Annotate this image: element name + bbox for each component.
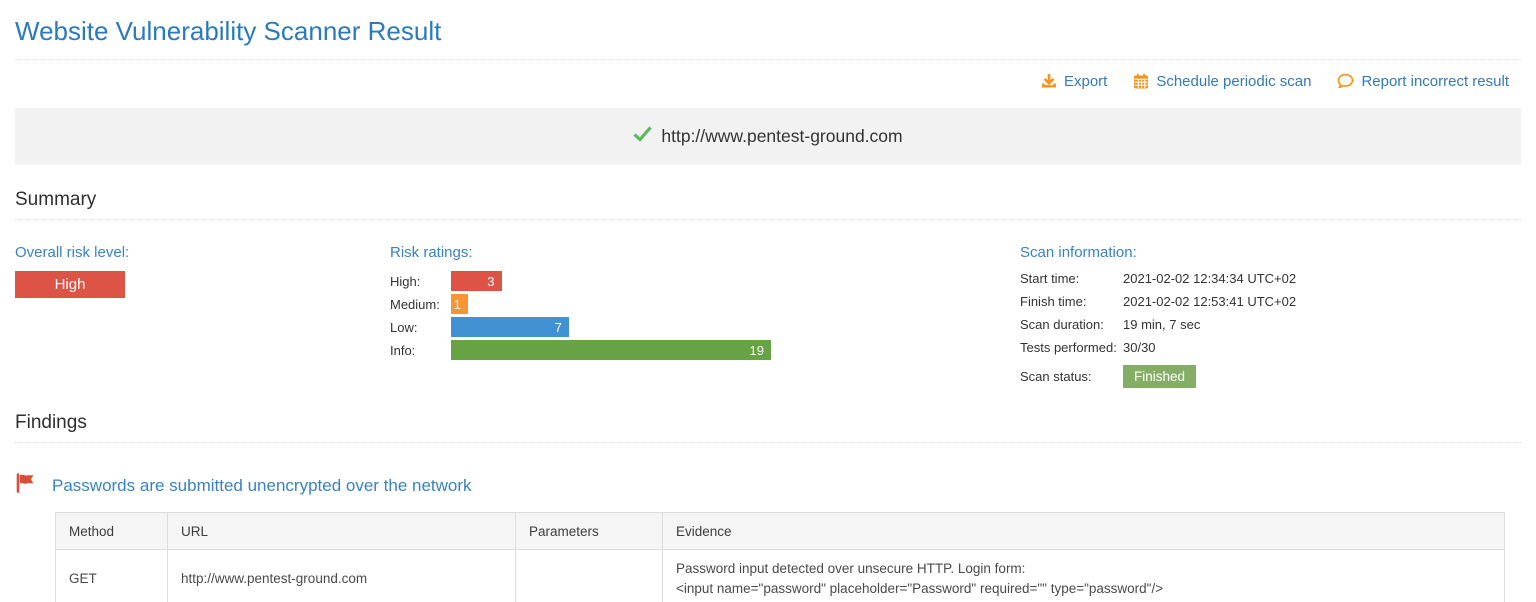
scan-duration-value: 19 min, 7 sec [1123, 317, 1200, 332]
rating-bar-low: 7 [451, 317, 569, 337]
calendar-icon [1133, 73, 1149, 89]
flag-icon [15, 473, 36, 498]
finding-title-link[interactable]: Passwords are submitted unencrypted over… [52, 476, 472, 496]
rating-bar-high: 3 [451, 271, 502, 291]
summary-section: Overall risk level: High Risk ratings: H… [0, 220, 1536, 388]
table-row: GET http://www.pentest-ground.com Passwo… [56, 550, 1505, 602]
cell-method: GET [56, 550, 168, 602]
scan-info-row-duration: Scan duration: 19 min, 7 sec [1020, 317, 1521, 332]
summary-heading: Summary [0, 189, 1536, 211]
scan-info-row-tests: Tests performed: 30/30 [1020, 340, 1521, 355]
column-header-url: URL [168, 513, 516, 550]
overall-risk-block: Overall risk level: High [15, 244, 390, 388]
cell-parameters [516, 550, 663, 602]
finding-evidence-table: Method URL Parameters Evidence GET http:… [55, 512, 1505, 602]
overall-risk-label: Overall risk level: [15, 244, 390, 261]
cell-url: http://www.pentest-ground.com [168, 550, 516, 602]
scan-target-bar: http://www.pentest-ground.com [15, 108, 1521, 165]
rating-row-info: Info: 19 [390, 340, 1020, 360]
comment-icon [1337, 73, 1354, 89]
rating-row-medium: Medium: 1 [390, 294, 1020, 314]
rating-row-high: High: 3 [390, 271, 1020, 291]
column-header-method: Method [56, 513, 168, 550]
checkmark-icon [633, 126, 652, 147]
table-header-row: Method URL Parameters Evidence [56, 513, 1505, 550]
page-title: Website Vulnerability Scanner Result [0, 0, 1536, 59]
cell-evidence: Password input detected over unsecure HT… [663, 550, 1505, 602]
finish-time-value: 2021-02-02 12:53:41 UTC+02 [1123, 294, 1296, 309]
scan-info-row-status: Scan status: Finished [1020, 365, 1521, 388]
scan-info-row-finish: Finish time: 2021-02-02 12:53:41 UTC+02 [1020, 294, 1521, 309]
column-header-evidence: Evidence [663, 513, 1505, 550]
target-url: http://www.pentest-ground.com [661, 126, 902, 147]
schedule-periodic-scan-button[interactable]: Schedule periodic scan [1133, 73, 1311, 90]
download-icon [1041, 73, 1057, 89]
findings-heading: Findings [0, 412, 1536, 434]
scan-information-label: Scan information: [1020, 244, 1521, 261]
scan-status-badge: Finished [1123, 365, 1196, 388]
tests-performed-value: 30/30 [1123, 340, 1156, 355]
rating-bar-info: 19 [451, 340, 771, 360]
findings-divider [15, 442, 1521, 443]
evidence-line-2: <input name="password" placeholder="Pass… [676, 579, 1491, 599]
overall-risk-badge: High [15, 271, 125, 298]
evidence-line-1: Password input detected over unsecure HT… [676, 559, 1491, 579]
column-header-parameters: Parameters [516, 513, 663, 550]
finding-item: Passwords are submitted unencrypted over… [0, 473, 1536, 498]
rating-bar-medium: 1 [451, 294, 468, 314]
risk-ratings-block: Risk ratings: High: 3 Medium: 1 Low: 7 I… [390, 244, 1020, 388]
start-time-value: 2021-02-02 12:34:34 UTC+02 [1123, 271, 1296, 286]
risk-ratings-label: Risk ratings: [390, 244, 1020, 261]
scan-information-block: Scan information: Start time: 2021-02-02… [1020, 244, 1521, 388]
export-button[interactable]: Export [1041, 73, 1107, 90]
toolbar-actions: Export Schedule periodic scan Report inc… [0, 60, 1536, 102]
report-incorrect-result-button[interactable]: Report incorrect result [1337, 73, 1509, 90]
scan-info-row-start: Start time: 2021-02-02 12:34:34 UTC+02 [1020, 271, 1521, 286]
risk-ratings-chart: High: 3 Medium: 1 Low: 7 Info: 19 [390, 271, 1020, 360]
rating-row-low: Low: 7 [390, 317, 1020, 337]
